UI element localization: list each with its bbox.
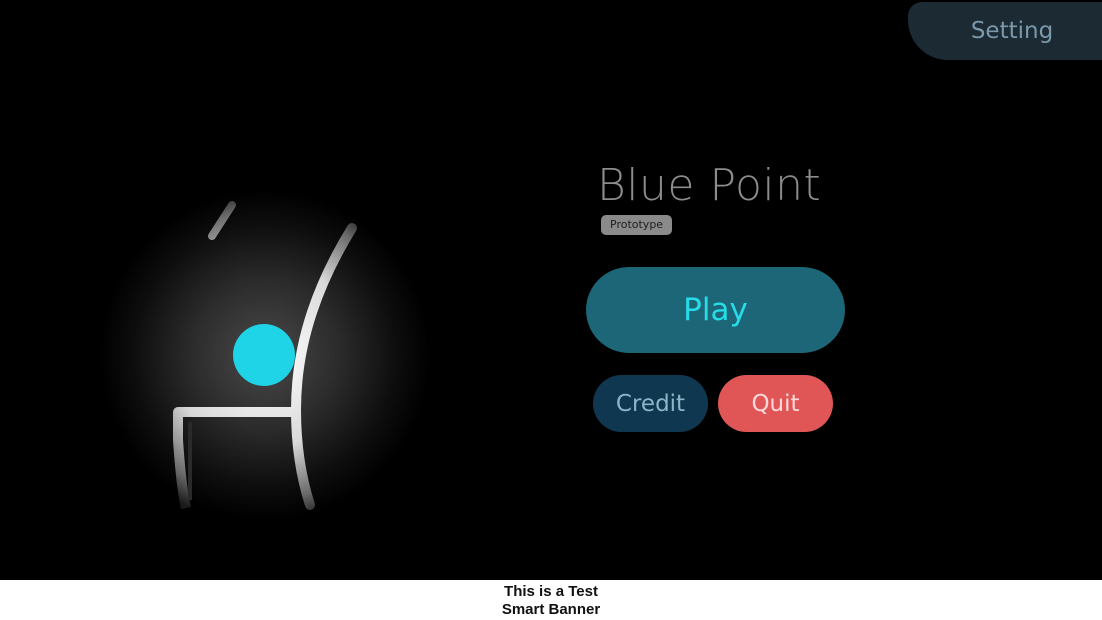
player-point — [233, 324, 295, 386]
scene-preview — [100, 190, 430, 520]
play-button[interactable]: Play — [586, 267, 845, 353]
setting-button[interactable]: Setting — [908, 2, 1102, 60]
game-title: Blue Point — [597, 160, 822, 211]
credit-label: Credit — [615, 390, 686, 417]
setting-label: Setting — [970, 18, 1054, 44]
banner-line-2: Smart Banner — [501, 601, 601, 618]
play-label: Play — [683, 292, 748, 328]
game-screen: Setting Blue Point Prototype Play Credit… — [0, 0, 1102, 580]
smart-banner[interactable]: This is a Test Smart Banner — [0, 580, 1102, 620]
quit-label: Quit — [751, 390, 800, 417]
quit-button[interactable]: Quit — [718, 375, 833, 432]
prototype-badge: Prototype — [601, 215, 673, 235]
banner-line-1: This is a Test — [504, 583, 598, 600]
credit-button[interactable]: Credit — [593, 375, 708, 432]
